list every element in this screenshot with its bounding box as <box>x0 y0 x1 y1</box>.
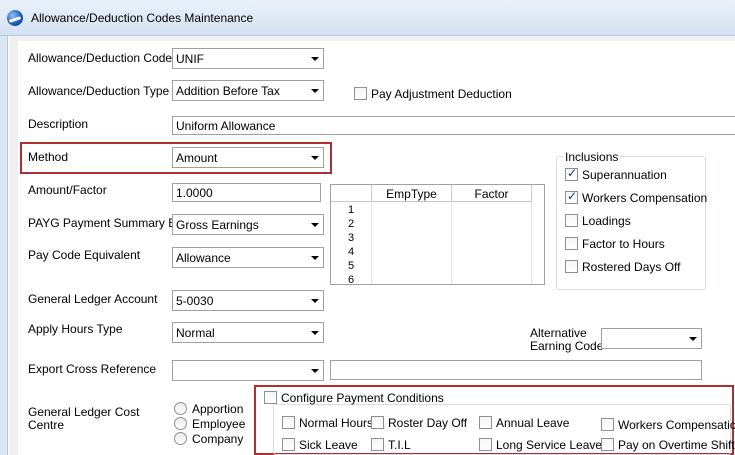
workers-compensation-condition-checkbox[interactable] <box>601 418 614 431</box>
gl-centre-label-line-1: General Ledger Cost <box>28 405 140 419</box>
alt-earning-dropdown[interactable] <box>601 328 702 349</box>
type-label: Allowance/Deduction Type <box>28 84 170 98</box>
type-dropdown[interactable]: Addition Before Tax <box>172 80 324 101</box>
emp-type-factor-grid[interactable]: EmpType Factor 1 2 3 4 5 6 <box>330 184 545 285</box>
export-dropdown[interactable] <box>172 360 324 381</box>
factor-to-hours-checkbox[interactable] <box>565 237 578 250</box>
normal-hours-checkbox[interactable] <box>282 416 295 429</box>
export-label: Export Cross Reference <box>28 362 157 376</box>
chevron-down-icon <box>311 156 319 160</box>
hours-type-value: Normal <box>176 326 215 340</box>
loadings-label: Loadings <box>582 214 631 228</box>
inclusions-title: Inclusions <box>563 150 621 164</box>
alt-earning-label-line-2: Earning Code <box>530 339 604 353</box>
long-service-leave-label: Long Service Leave <box>496 438 603 452</box>
gl-account-value: 5-0030 <box>176 294 214 308</box>
workers-compensation-label: Workers Compensation <box>582 191 708 205</box>
export-text-input[interactable] <box>330 360 702 380</box>
alt-earning-label-line-1: Alternative <box>530 326 587 340</box>
hours-type-label: Apply Hours Type <box>28 322 123 336</box>
pay-code-value: Allowance <box>176 251 231 265</box>
grid-divider <box>451 202 452 284</box>
normal-hours-label: Normal Hours <box>299 416 374 430</box>
grid-divider <box>531 202 532 284</box>
til-checkbox[interactable] <box>371 438 384 451</box>
grid-divider <box>371 202 372 284</box>
long-service-leave-checkbox[interactable] <box>479 438 492 451</box>
apportion-label: Apportion <box>192 402 244 416</box>
chevron-down-icon <box>311 369 319 373</box>
gl-centre-label-line-2: Centre <box>28 418 65 432</box>
chevron-down-icon <box>311 89 319 93</box>
grid-corner-header <box>331 185 372 202</box>
workers-compensation-checkbox[interactable] <box>565 189 578 204</box>
pay-code-dropdown[interactable]: Allowance <box>172 247 324 268</box>
roster-day-off-checkbox[interactable] <box>371 416 384 429</box>
app-icon <box>7 10 23 26</box>
window-title: Allowance/Deduction Codes Maintenance <box>31 11 254 25</box>
payg-dropdown[interactable]: Gross Earnings <box>172 214 324 235</box>
code-value: UNIF <box>176 52 204 66</box>
chevron-down-icon <box>689 337 697 341</box>
description-label: Description <box>28 117 89 131</box>
method-dropdown[interactable]: Amount <box>172 147 324 168</box>
superannuation-label: Superannuation <box>582 168 667 182</box>
type-value: Addition Before Tax <box>176 84 280 98</box>
chevron-down-icon <box>311 331 319 335</box>
company-label: Company <box>192 432 244 446</box>
method-label: Method <box>28 150 69 164</box>
sick-leave-label: Sick Leave <box>299 438 358 452</box>
pay-adjustment-label: Pay Adjustment Deduction <box>371 87 512 101</box>
annual-leave-checkbox[interactable] <box>479 416 492 429</box>
amount-input[interactable]: 1.0000 <box>172 183 321 202</box>
gl-account-dropdown[interactable]: 5-0030 <box>172 290 324 311</box>
payg-value: Gross Earnings <box>176 218 259 232</box>
annual-leave-label: Annual Leave <box>496 416 570 430</box>
grid-row-number: 4 <box>347 246 355 258</box>
code-label: Allowance/Deduction Code <box>28 51 173 65</box>
payg-label: PAYG Payment Summary Box <box>28 216 189 230</box>
pay-on-overtime-shifts-checkbox[interactable] <box>601 438 614 451</box>
configure-payment-conditions-checkbox[interactable] <box>264 391 277 404</box>
workers-compensation-condition-label: Workers Compensation <box>618 418 735 432</box>
chevron-down-icon <box>311 299 319 303</box>
superannuation-checkbox[interactable] <box>565 166 578 181</box>
employee-label: Employee <box>192 417 246 431</box>
title-bar: Allowance/Deduction Codes Maintenance <box>0 0 735 36</box>
pay-code-label: Pay Code Equivalent <box>28 248 141 262</box>
grid-header-factor[interactable]: Factor <box>452 185 532 202</box>
amount-label: Amount/Factor <box>28 183 107 197</box>
factor-to-hours-label: Factor to Hours <box>582 237 665 251</box>
code-dropdown[interactable]: UNIF <box>172 48 324 69</box>
method-value: Amount <box>176 151 218 165</box>
grid-header-emptype[interactable]: EmpType <box>372 185 452 202</box>
apportion-radio[interactable] <box>174 402 187 415</box>
loadings-checkbox[interactable] <box>565 214 578 227</box>
grid-row-number: 6 <box>347 274 355 285</box>
sick-leave-checkbox[interactable] <box>282 438 295 451</box>
hours-type-dropdown[interactable]: Normal <box>172 322 324 343</box>
chevron-down-icon <box>311 57 319 61</box>
gl-account-label: General Ledger Account <box>28 292 158 306</box>
grid-row-number: 2 <box>347 218 355 230</box>
company-radio[interactable] <box>174 432 187 445</box>
employee-radio[interactable] <box>174 417 187 430</box>
chevron-down-icon <box>311 223 319 227</box>
roster-day-off-label: Roster Day Off <box>388 416 468 430</box>
grid-row-number: 5 <box>347 260 355 272</box>
description-input[interactable]: Uniform Allowance <box>172 116 735 135</box>
configure-payment-conditions-label: Configure Payment Conditions <box>281 391 444 405</box>
rostered-days-off-label: Rostered Days Off <box>582 260 681 274</box>
window-frame <box>0 36 8 455</box>
grid-row-number: 1 <box>347 204 355 216</box>
pay-adjustment-checkbox[interactable] <box>354 87 367 100</box>
chevron-down-icon <box>311 256 319 260</box>
grid-row-number: 3 <box>347 232 355 244</box>
til-label: T.I.L <box>388 438 411 452</box>
rostered-days-off-checkbox[interactable] <box>565 260 578 273</box>
pay-on-overtime-shifts-label: Pay on Overtime Shifts <box>618 438 735 452</box>
